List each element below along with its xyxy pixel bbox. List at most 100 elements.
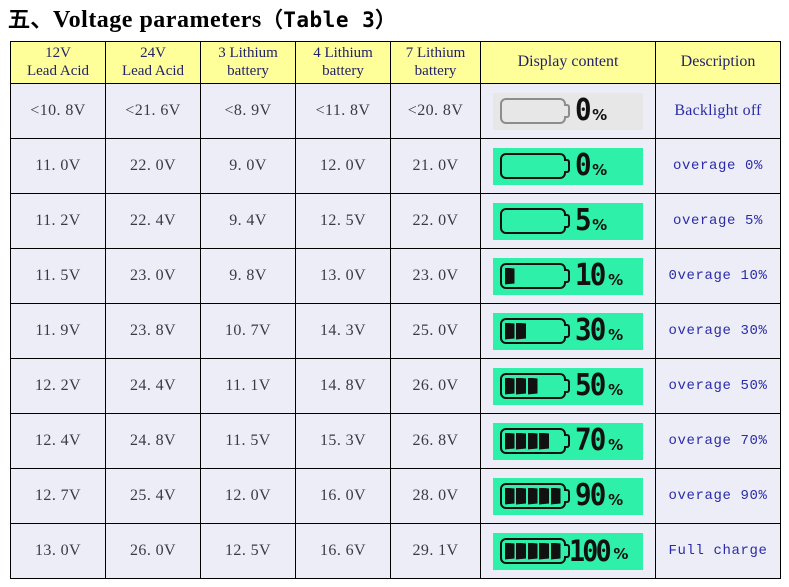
percent-sign-icon: % — [613, 545, 629, 564]
table-row: <10. 8V <21. 6V <8. 9V <11. 8V <20. 8V 0% Back… — [10, 83, 781, 139]
table-header-row: 12V Lead Acid 24V Lead Acid 3 Lithium ba… — [10, 41, 781, 84]
battery-level-bar — [504, 267, 515, 285]
title-table-ref: （Table 3） — [261, 8, 397, 32]
battery-icon — [500, 263, 566, 289]
lcd-screen: 50% — [493, 367, 643, 405]
battery-level-bar — [539, 542, 549, 560]
header-line-1: 12V — [45, 44, 71, 61]
percent-value: 0 — [575, 93, 592, 129]
table-row: 13. 0V 26. 0V 12. 5V 16. 6V 29. 1V 100% Full c… — [10, 523, 781, 579]
cell-voltage-3-lithium: 11. 1V — [200, 358, 296, 414]
cell-display-content: 0% — [480, 83, 656, 139]
cell-voltage-12v: 12. 7V — [10, 468, 106, 524]
cell-voltage-4-lithium: 14. 3V — [295, 303, 391, 359]
battery-level-bar — [527, 542, 538, 560]
battery-level-bar — [516, 377, 526, 395]
percent-readout: 0% — [575, 93, 608, 129]
percent-value: 50 — [575, 368, 606, 404]
percent-sign-icon: % — [592, 105, 608, 124]
cell-description: overage 90% — [655, 468, 781, 524]
battery-level-bar — [539, 487, 549, 505]
percent-value: 10 — [575, 258, 606, 294]
cell-voltage-7-lithium: 28. 0V — [390, 468, 481, 524]
cell-voltage-7-lithium: 23. 0V — [390, 248, 481, 304]
cell-voltage-4-lithium: 15. 3V — [295, 413, 391, 469]
cell-voltage-7-lithium: 29. 1V — [390, 523, 481, 579]
column-header-12v-lead-acid: 12V Lead Acid — [10, 41, 106, 84]
cell-voltage-7-lithium: <20. 8V — [390, 83, 481, 139]
cell-display-content: 0% — [480, 138, 656, 194]
cell-voltage-12v: 11. 9V — [10, 303, 106, 359]
battery-level-bar — [516, 487, 526, 505]
cell-display-content: 10% — [480, 248, 656, 304]
percent-readout: 90% — [575, 481, 624, 510]
battery-level-bar — [504, 377, 515, 395]
table-row: 11. 5V 23. 0V 9. 8V 13. 0V 23. 0V 10% 0verage … — [10, 248, 781, 304]
cell-voltage-24v: 24. 8V — [105, 413, 201, 469]
table-body: <10. 8V <21. 6V <8. 9V <11. 8V <20. 8V 0% Back… — [10, 83, 781, 579]
battery-level-bar — [550, 542, 561, 560]
battery-icon — [500, 483, 566, 509]
percent-sign-icon: % — [608, 490, 624, 509]
cell-voltage-4-lithium: 13. 0V — [295, 248, 391, 304]
percent-sign-icon: % — [608, 435, 624, 454]
header-line-2: battery — [322, 62, 364, 79]
percent-sign-icon: % — [608, 270, 624, 289]
cell-voltage-4-lithium: 12. 0V — [295, 138, 391, 194]
table-row: 11. 9V 23. 8V 10. 7V 14. 3V 25. 0V 30% overage… — [10, 303, 781, 359]
header-line-2: Lead Acid — [121, 62, 185, 79]
battery-level-bar — [516, 432, 526, 450]
cell-voltage-12v: 12. 2V — [10, 358, 106, 414]
lcd-screen: 0% — [493, 147, 643, 185]
battery-level-bar — [516, 542, 526, 560]
voltage-parameters-table: 12V Lead Acid 24V Lead Acid 3 Lithium ba… — [10, 41, 781, 579]
cell-description: Full charge — [655, 523, 781, 579]
header-line-1: 24V — [140, 44, 166, 61]
percent-sign-icon: % — [608, 325, 624, 344]
cell-voltage-3-lithium: <8. 9V — [200, 83, 296, 139]
cell-voltage-7-lithium: 26. 8V — [390, 413, 481, 469]
percent-readout: 50% — [575, 368, 624, 404]
cell-voltage-3-lithium: 12. 0V — [200, 468, 296, 524]
cell-voltage-7-lithium: 26. 0V — [390, 358, 481, 414]
cell-voltage-7-lithium: 22. 0V — [390, 193, 481, 249]
header-line-1: 3 Lithium — [218, 44, 278, 61]
lcd-screen: 30% — [493, 312, 643, 350]
percent-sign-icon: % — [608, 380, 624, 399]
battery-icon — [500, 208, 566, 234]
cell-voltage-4-lithium: <11. 8V — [295, 83, 391, 139]
cell-description: overage 0% — [655, 138, 781, 194]
column-header-description: Description — [655, 41, 781, 84]
cell-voltage-4-lithium: 16. 6V — [295, 523, 391, 579]
lcd-screen: 0% — [493, 92, 643, 130]
battery-level-bar — [504, 432, 515, 450]
cell-voltage-12v: 11. 0V — [10, 138, 106, 194]
cell-voltage-24v: 26. 0V — [105, 523, 201, 579]
cell-voltage-24v: 23. 0V — [105, 248, 201, 304]
lcd-screen: 5% — [493, 202, 643, 240]
section-number: 五、 — [8, 8, 54, 33]
percent-readout: 70% — [575, 426, 624, 455]
cell-voltage-12v: 11. 5V — [10, 248, 106, 304]
percent-value: 5 — [575, 203, 592, 239]
percent-readout: 10% — [575, 258, 624, 294]
battery-icon — [500, 153, 566, 179]
battery-icon — [500, 318, 566, 344]
cell-display-content: 50% — [480, 358, 656, 414]
battery-level-bar — [504, 542, 515, 560]
battery-level-bar — [516, 322, 526, 340]
lcd-screen: 70% — [493, 422, 643, 460]
cell-voltage-3-lithium: 9. 0V — [200, 138, 296, 194]
percent-readout: 0% — [575, 151, 608, 180]
lcd-screen: 100% — [493, 532, 643, 570]
table-row: 12. 4V 24. 8V 11. 5V 15. 3V 26. 8V 70% overage… — [10, 413, 781, 469]
cell-voltage-3-lithium: 9. 4V — [200, 193, 296, 249]
battery-level-bar — [527, 487, 538, 505]
voltage-parameters-page: 五、Voltage parameters（Table 3） 12V Lead A… — [0, 0, 789, 587]
header-line-2: battery — [414, 62, 457, 79]
page-title: 五、Voltage parameters（Table 3） — [8, 2, 397, 34]
cell-display-content: 30% — [480, 303, 656, 359]
title-text: Voltage parameters — [53, 7, 262, 33]
lcd-screen: 90% — [493, 477, 643, 515]
battery-level-bar — [527, 377, 538, 395]
